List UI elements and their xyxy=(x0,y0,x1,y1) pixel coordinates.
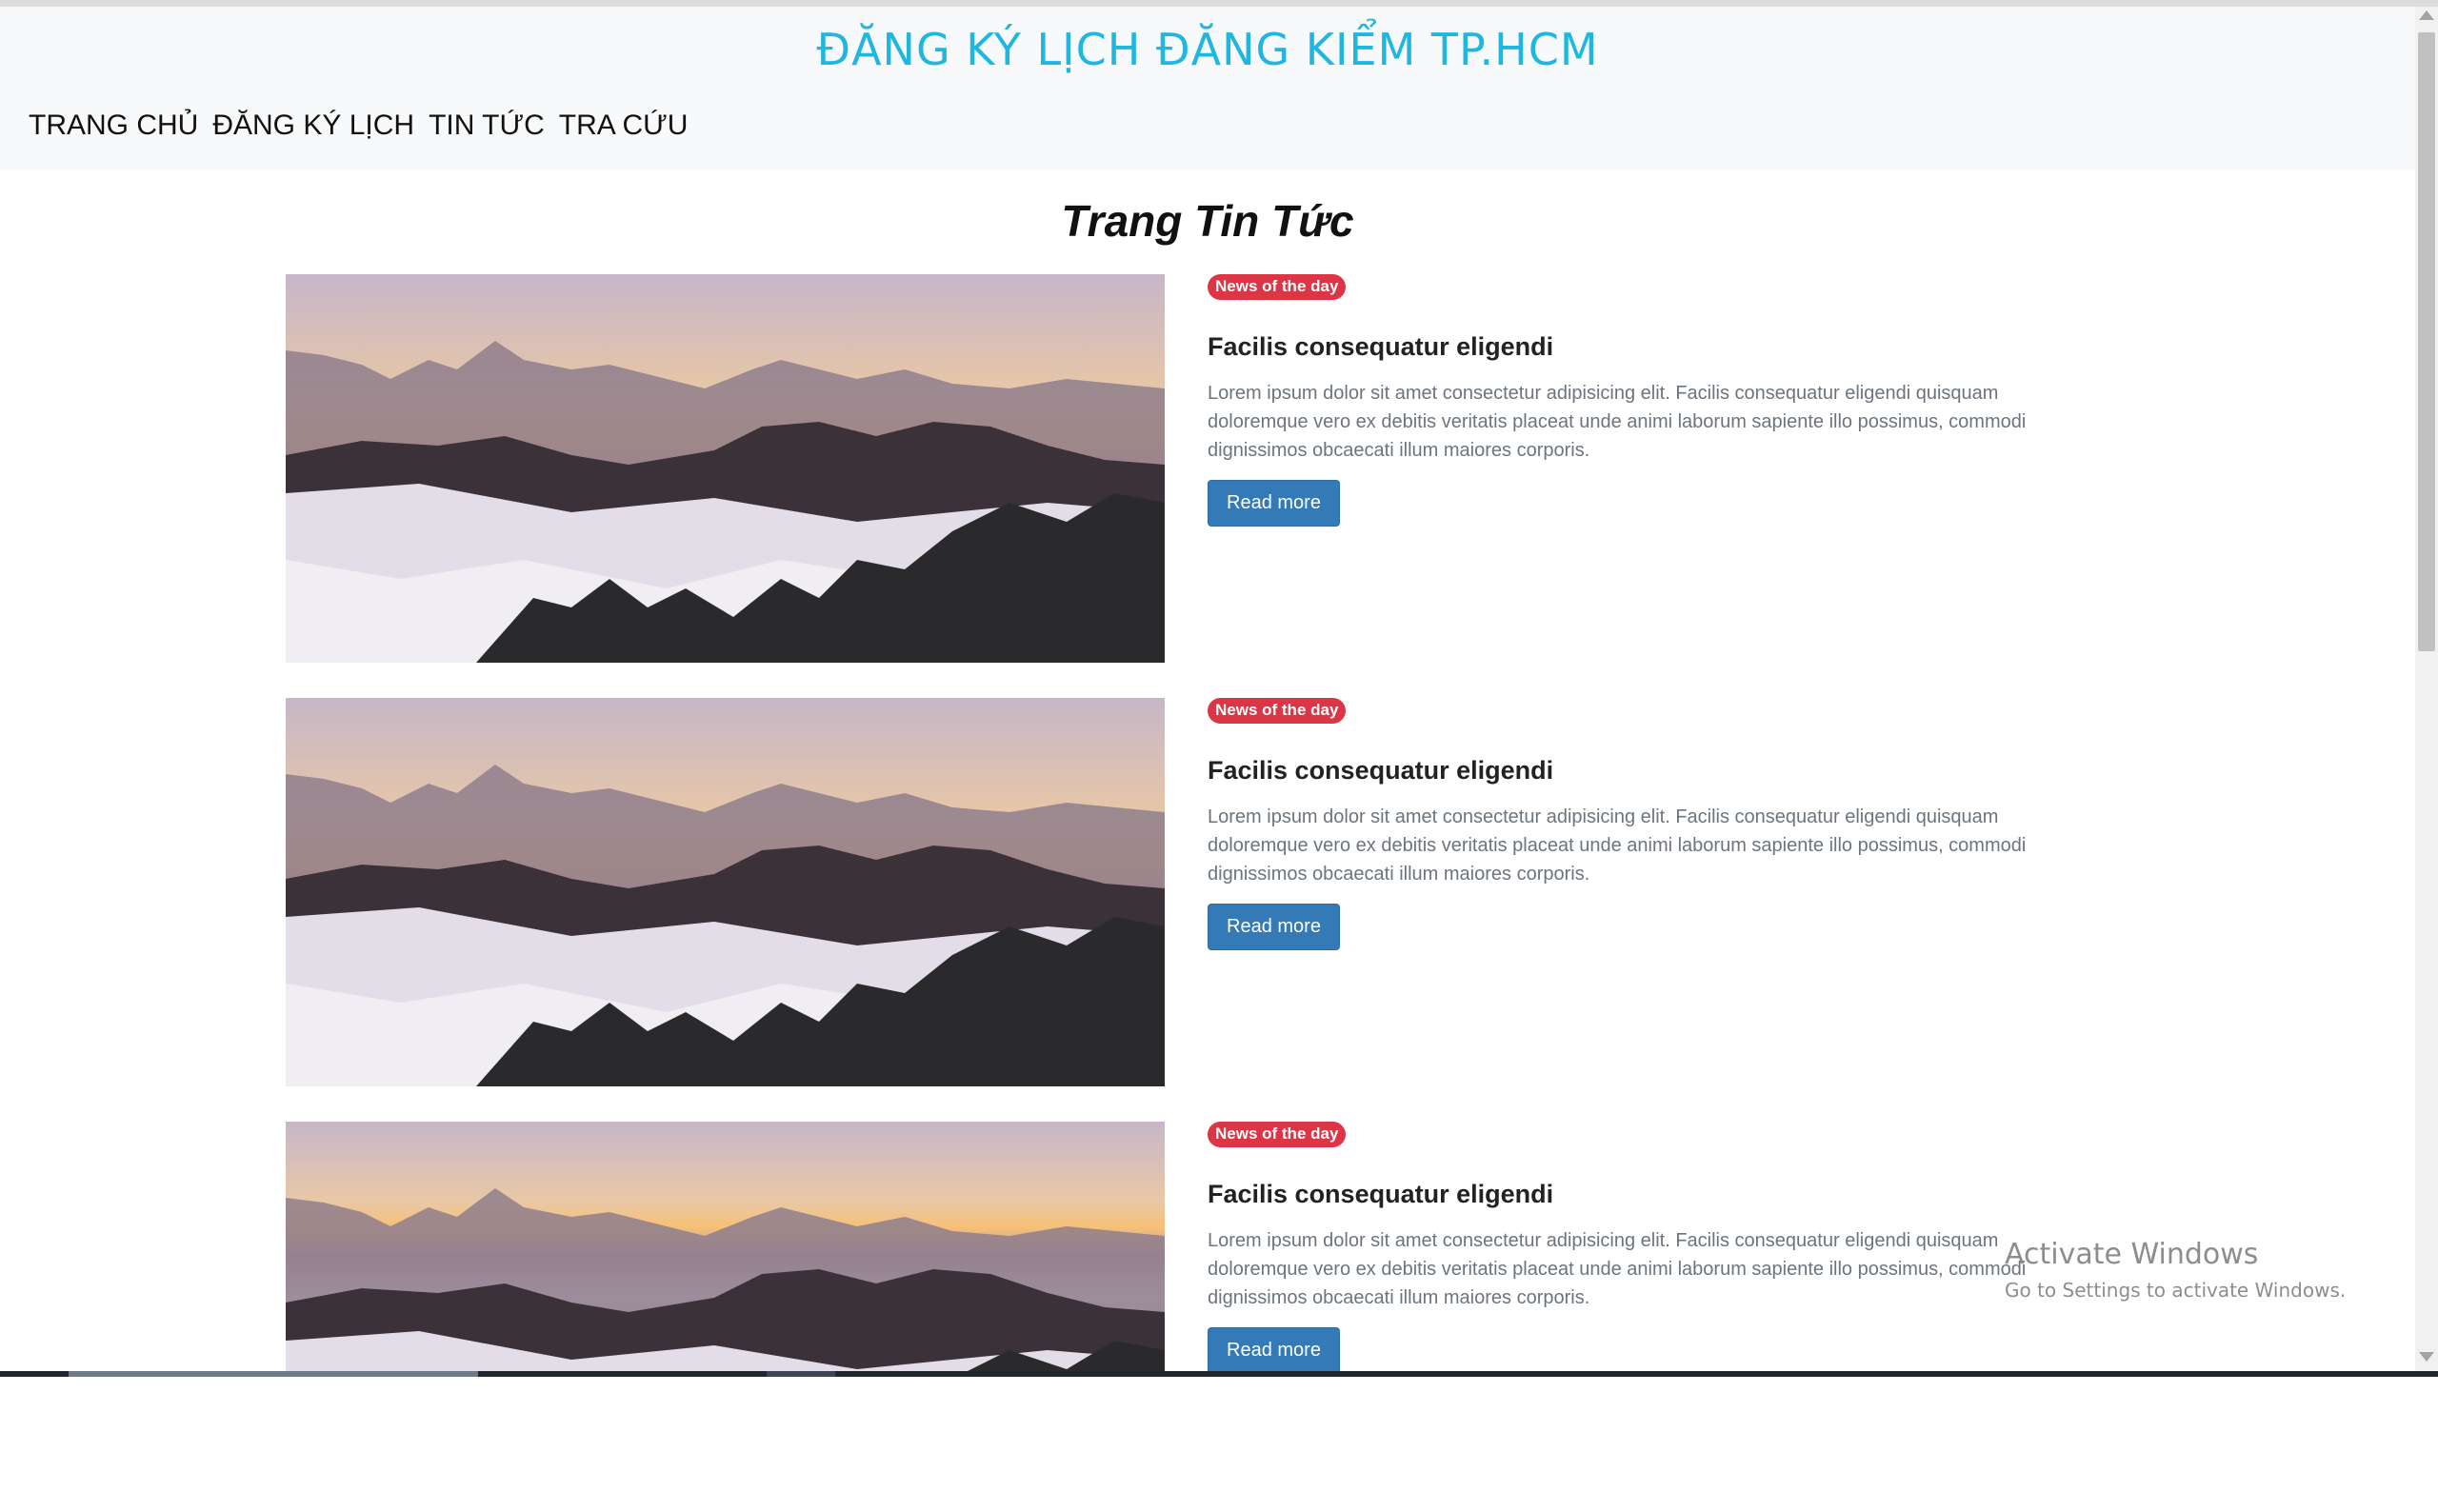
read-more-button[interactable]: Read more xyxy=(1208,480,1340,527)
news-article: News of the day Facilis consequatur elig… xyxy=(286,1122,2190,1512)
taskbar-segment xyxy=(767,1371,835,1377)
site-header: ĐĂNG KÝ LỊCH ĐĂNG KIỂM TP.HCM TRANG CHỦ … xyxy=(0,7,2415,169)
article-title[interactable]: Facilis consequatur eligendi xyxy=(1208,332,2160,362)
landscape-image xyxy=(286,341,1165,663)
read-more-button[interactable]: Read more xyxy=(1208,904,1340,950)
browser-top-border xyxy=(0,0,2438,7)
article-excerpt: Lorem ipsum dolor sit amet consectetur a… xyxy=(1208,806,2027,885)
page-heading: Trang Tin Tức xyxy=(1061,196,1354,246)
windows-activation-watermark: Activate Windows Go to Settings to activ… xyxy=(2005,1238,2346,1302)
news-badge: News of the day xyxy=(1208,1122,1347,1147)
nav-register[interactable]: ĐĂNG KÝ LỊCH xyxy=(212,109,414,142)
landscape-image xyxy=(286,1188,1165,1371)
scroll-up-arrow-icon[interactable] xyxy=(2419,10,2434,20)
article-excerpt: Lorem ipsum dolor sit amet consectetur a… xyxy=(1208,383,2027,461)
article-title[interactable]: Facilis consequatur eligendi xyxy=(1208,756,2160,786)
landscape-image xyxy=(286,765,1165,1086)
article-body: News of the day Facilis consequatur elig… xyxy=(1208,274,2160,527)
watermark-title: Activate Windows xyxy=(2005,1238,2259,1271)
read-more-button[interactable]: Read more xyxy=(1208,1327,1340,1374)
nav-news[interactable]: TIN TỨC xyxy=(429,109,545,142)
main-nav: TRANG CHỦ ĐĂNG KÝ LỊCH TIN TỨC TRA CỨU xyxy=(29,109,688,142)
article-image[interactable] xyxy=(286,698,1165,1086)
article-body: News of the day Facilis consequatur elig… xyxy=(1208,698,2160,950)
nav-lookup[interactable]: TRA CỨU xyxy=(559,109,689,142)
article-excerpt: Lorem ipsum dolor sit amet consectetur a… xyxy=(1208,1230,2027,1308)
news-article: News of the day Facilis consequatur elig… xyxy=(286,274,2190,665)
site-title[interactable]: ĐĂNG KÝ LỊCH ĐĂNG KIỂM TP.HCM xyxy=(0,24,2415,75)
news-badge: News of the day xyxy=(1208,698,1347,724)
scroll-down-arrow-icon[interactable] xyxy=(2419,1352,2434,1362)
news-badge: News of the day xyxy=(1208,274,1347,300)
article-title[interactable]: Facilis consequatur eligendi xyxy=(1208,1180,2160,1209)
taskbar-edge xyxy=(0,1371,2438,1377)
article-image[interactable] xyxy=(286,1122,1165,1371)
article-image[interactable] xyxy=(286,274,1165,663)
scrollbar-thumb[interactable] xyxy=(2418,32,2435,651)
nav-home[interactable]: TRANG CHỦ xyxy=(29,109,198,142)
news-article: News of the day Facilis consequatur elig… xyxy=(286,698,2190,1088)
watermark-subtitle: Go to Settings to activate Windows. xyxy=(2005,1279,2347,1302)
taskbar-segment xyxy=(69,1371,478,1377)
